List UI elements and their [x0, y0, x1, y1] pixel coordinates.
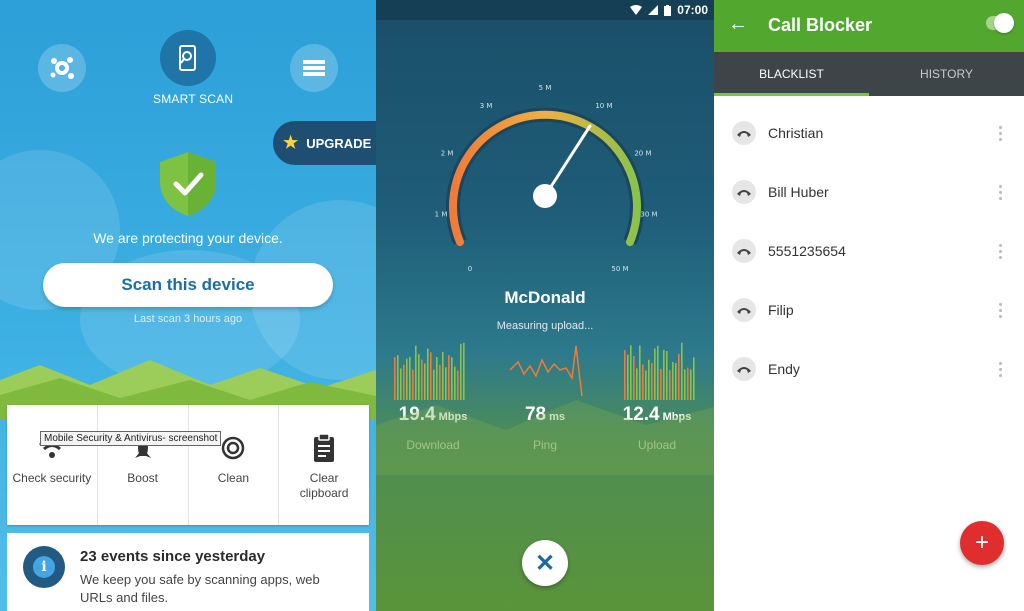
clipboard-icon: [314, 433, 335, 462]
avast-logo-icon: [50, 57, 74, 79]
blocked-phone-icon: [732, 239, 756, 263]
measuring-status: Measuring upload...: [496, 320, 594, 332]
tab-bar: BLACKLIST HISTORY: [714, 52, 1024, 96]
star-icon: ★: [283, 133, 299, 152]
phone-scan-icon: [179, 45, 196, 71]
contact-name: Filip: [768, 302, 794, 318]
list-item[interactable]: 5551235654: [714, 222, 1024, 280]
check-security-label: Check security: [12, 471, 92, 485]
events-description: We keep you safe by scanning apps, web U…: [80, 572, 320, 605]
tab-blacklist[interactable]: BLACKLIST: [714, 52, 869, 96]
contact-name: Endy: [768, 361, 800, 377]
speed-test-screen: 07:00 0 1 M 2 M 3 M 5 M 10 M 20 M 30 M 50 M McDo…: [376, 0, 714, 611]
protection-status-text: We are protecting your device.: [93, 230, 283, 246]
list-item[interactable]: Endy: [714, 340, 1024, 398]
gauge-tick-label: 30 M: [640, 211, 657, 219]
gauge-tick-label: 10 M: [595, 102, 612, 110]
upgrade-label: UPGRADE: [306, 135, 372, 151]
gauge-tick-label: 20 M: [634, 149, 651, 157]
quick-actions-card: Check security Boost Clean Clear clipboa…: [7, 405, 369, 525]
more-options-icon[interactable]: [997, 184, 1003, 200]
list-item[interactable]: Bill Huber: [714, 163, 1024, 221]
gauge-needle: [543, 124, 592, 198]
toggle-knob: [994, 13, 1014, 33]
speed-gauge: 0 1 M 2 M 3 M 5 M 10 M 20 M 30 M 50 M: [435, 84, 658, 273]
page-title: Call Blocker: [768, 15, 873, 35]
shield-check-icon: [160, 152, 216, 216]
status-time: 07:00: [677, 3, 708, 17]
menu-button[interactable]: [290, 44, 338, 92]
gauge-tick-label: 50 M: [611, 265, 628, 273]
list-item[interactable]: Christian: [714, 104, 1024, 162]
check-security-action[interactable]: Check security: [7, 405, 98, 525]
status-bar: 07:00: [376, 0, 714, 20]
list-item[interactable]: Filip: [714, 281, 1024, 339]
app-bar: ← Call Blocker: [714, 0, 1024, 52]
blocked-phone-icon: [732, 357, 756, 381]
boost-action[interactable]: Boost: [98, 405, 189, 525]
avast-logo-button[interactable]: [38, 44, 86, 92]
contact-name: Bill Huber: [768, 184, 829, 200]
server-name: McDonald: [504, 288, 586, 307]
boost-label: Boost: [127, 471, 158, 485]
contact-name: 5551235654: [768, 243, 846, 259]
scan-device-button[interactable]: Scan this device: [43, 263, 333, 307]
signal-icon: [648, 5, 659, 15]
events-card[interactable]: i 23 events since yesterday We keep you …: [7, 533, 369, 611]
upgrade-button[interactable]: ★ UPGRADE: [273, 121, 376, 165]
gauge-tick-label: 5 M: [539, 84, 552, 92]
more-options-icon[interactable]: [997, 243, 1003, 259]
tab-history[interactable]: HISTORY: [869, 52, 1024, 96]
gauge-tick-label: 1 M: [435, 211, 448, 219]
events-title: 23 events since yesterday: [80, 548, 266, 565]
contact-name: Christian: [768, 125, 824, 141]
gauge-track: [446, 107, 644, 245]
gauge-tick-label: 3 M: [480, 102, 493, 110]
blocked-phone-icon: [732, 180, 756, 204]
back-arrow-icon[interactable]: ←: [728, 13, 748, 36]
more-options-icon[interactable]: [997, 302, 1003, 318]
antivirus-screen: SMART SCAN ★ UPGRADE We are protecting y…: [0, 0, 376, 611]
wifi-status-icon: [630, 5, 643, 15]
clear-clipboard-action[interactable]: Clear clipboard: [279, 405, 369, 525]
clear-clipboard-label: Clear clipboard: [299, 471, 349, 500]
broom-icon: [222, 436, 245, 460]
smart-scan-label: SMART SCAN: [153, 92, 234, 106]
hills-background: [376, 400, 714, 475]
list-menu-icon: [303, 60, 325, 76]
add-blocked-number-button[interactable]: +: [960, 521, 1004, 565]
blocked-phone-icon: [732, 121, 756, 145]
clean-label: Clean: [217, 471, 250, 485]
call-blocker-toggle[interactable]: [986, 13, 1014, 33]
info-icon: i: [23, 546, 65, 588]
gauge-tick-label: 0: [468, 265, 472, 273]
smart-scan-button[interactable]: [160, 30, 216, 86]
more-options-icon[interactable]: [997, 361, 1003, 377]
close-button[interactable]: ✕: [522, 540, 568, 586]
clean-action[interactable]: Clean: [189, 405, 280, 525]
battery-icon: [664, 4, 672, 16]
gauge-hub: [533, 184, 557, 208]
more-options-icon[interactable]: [997, 125, 1003, 141]
call-blocker-screen: ← Call Blocker BLACKLIST HISTORY Christi…: [714, 0, 1024, 611]
screenshot-tooltip: Mobile Security & Antivirus- screenshot: [40, 431, 222, 446]
last-scan-text: Last scan 3 hours ago: [133, 313, 243, 325]
blocked-phone-icon: [732, 298, 756, 322]
gauge-tick-label: 2 M: [441, 149, 454, 157]
